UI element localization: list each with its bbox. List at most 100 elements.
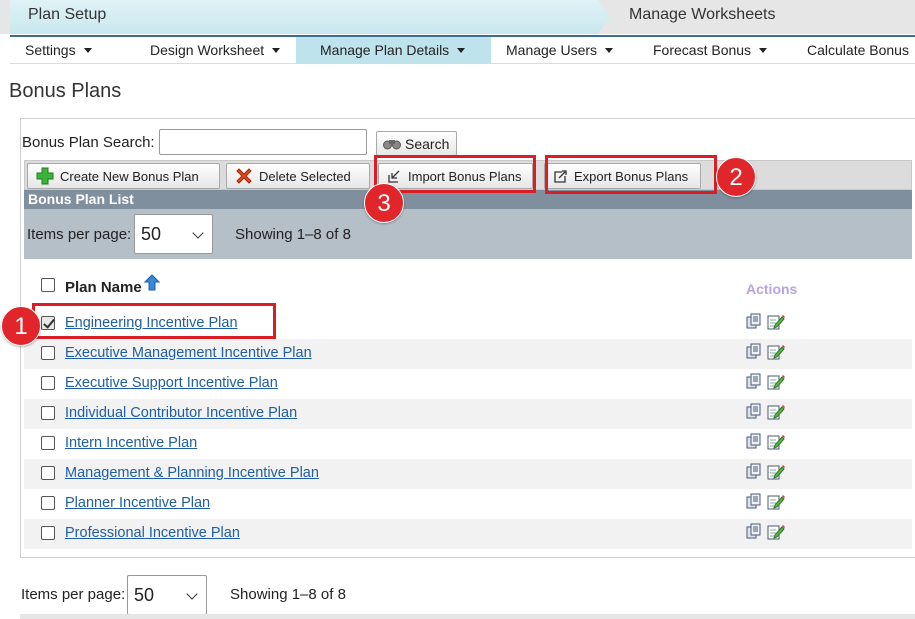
menu-settings[interactable]: Settings [10, 37, 106, 64]
process-steps: Plan Setup Manage Worksheets [0, 0, 915, 34]
row-checkbox[interactable] [41, 406, 55, 420]
search-button[interactable]: Search [376, 131, 457, 156]
step-manage-worksheets[interactable]: Manage Worksheets [629, 6, 775, 24]
chevron-down-icon [272, 48, 281, 53]
copy-icon[interactable] [745, 403, 763, 421]
row-checkbox[interactable] [41, 436, 55, 450]
edit-icon[interactable] [767, 403, 785, 421]
items-per-page-value: 50 [141, 224, 162, 244]
highlight-import-button [374, 155, 536, 193]
menu-calculate-bonus[interactable]: Calculate Bonus [790, 37, 915, 64]
search-input[interactable] [159, 129, 367, 155]
delete-x-icon [236, 168, 252, 184]
callout-badge-1: 1 [1, 306, 41, 346]
menu-manage-plan-details-label: Manage Plan Details [320, 42, 450, 58]
copy-icon[interactable] [745, 523, 763, 541]
copy-icon[interactable] [745, 343, 763, 361]
edit-icon[interactable] [767, 313, 785, 331]
plan-name-link[interactable]: Planner Incentive Plan [65, 495, 210, 511]
plan-name-link[interactable]: Intern Incentive Plan [65, 435, 197, 451]
menu-design-worksheet-label: Design Worksheet [150, 42, 265, 58]
edit-icon[interactable] [767, 463, 785, 481]
plan-name-link[interactable]: Individual Contributor Incentive Plan [65, 405, 297, 421]
create-bonus-plan-label: Create New Bonus Plan [60, 168, 199, 184]
create-bonus-plan-button[interactable]: Create New Bonus Plan [27, 163, 220, 189]
menu-forecast-bonus[interactable]: Forecast Bonus [635, 37, 785, 64]
plan-name-link[interactable]: Management & Planning Incentive Plan [65, 465, 319, 481]
showing-count-bottom: Showing 1–8 of 8 [230, 586, 346, 603]
chevron-down-icon [192, 227, 204, 239]
table-row: Executive Support Incentive Plan [24, 369, 912, 399]
row-actions [745, 403, 785, 421]
edit-icon[interactable] [767, 493, 785, 511]
items-per-page-select-bottom[interactable]: 50 [127, 575, 207, 615]
row-checkbox[interactable] [41, 376, 55, 390]
row-actions [745, 523, 785, 541]
menu-manage-users-label: Manage Users [506, 42, 598, 58]
chevron-down-icon [759, 48, 768, 53]
row-checkbox[interactable] [41, 496, 55, 510]
items-per-page-label: Items per page: [27, 226, 132, 243]
edit-icon[interactable] [767, 523, 785, 541]
select-all-checkbox[interactable] [41, 278, 55, 292]
chevron-down-icon [83, 48, 92, 53]
row-checkbox[interactable] [41, 346, 55, 360]
page-title: Bonus Plans [9, 80, 122, 102]
row-actions [745, 373, 785, 391]
table-row: Intern Incentive Plan [24, 429, 912, 459]
plan-name-link[interactable]: Professional Incentive Plan [65, 525, 240, 541]
table-row: Individual Contributor Incentive Plan [24, 399, 912, 429]
search-button-label: Search [405, 135, 450, 152]
plan-name-link[interactable]: Executive Support Incentive Plan [65, 375, 278, 391]
delete-selected-label: Delete Selected [259, 168, 351, 184]
copy-icon[interactable] [745, 433, 763, 451]
sort-ascending-icon[interactable] [144, 274, 160, 292]
row-actions [745, 493, 785, 511]
menu-forecast-bonus-label: Forecast Bonus [653, 42, 752, 58]
plan-name-column-header[interactable]: Plan Name [65, 279, 142, 296]
menu-calculate-bonus-label: Calculate Bonus [807, 42, 909, 58]
showing-count: Showing 1–8 of 8 [235, 226, 351, 243]
row-checkbox[interactable] [41, 466, 55, 480]
items-per-page-select[interactable]: 50 [134, 214, 213, 254]
row-checkbox[interactable] [41, 526, 55, 540]
copy-icon[interactable] [745, 493, 763, 511]
menu-design-worksheet[interactable]: Design Worksheet [136, 37, 296, 64]
menu-manage-plan-details[interactable]: Manage Plan Details [296, 37, 491, 64]
table-row: Management & Planning Incentive Plan [24, 459, 912, 489]
step-plan-setup[interactable]: Plan Setup [10, 0, 610, 34]
chevron-down-icon [605, 48, 614, 53]
row-actions [745, 343, 785, 361]
highlight-engineering-row [32, 303, 276, 339]
table-row: Executive Management Incentive Plan [24, 339, 912, 369]
highlight-export-button [545, 155, 717, 194]
copy-icon[interactable] [745, 463, 763, 481]
edit-icon[interactable] [767, 343, 785, 361]
search-label: Bonus Plan Search: [22, 134, 155, 151]
chevron-down-icon [457, 48, 466, 53]
row-actions [745, 463, 785, 481]
binoculars-icon [383, 139, 401, 149]
plan-name-link[interactable]: Executive Management Incentive Plan [65, 345, 312, 361]
main-menu: Settings Design Worksheet Manage Plan De… [10, 35, 915, 64]
callout-badge-3: 3 [364, 183, 404, 223]
items-per-page-value-bottom: 50 [134, 585, 155, 605]
callout-badge-2: 2 [716, 157, 756, 197]
copy-icon[interactable] [745, 313, 763, 331]
row-actions [745, 433, 785, 451]
table-row: Planner Incentive Plan [24, 489, 912, 519]
items-per-page-label-bottom: Items per page: [21, 586, 126, 603]
menu-manage-users[interactable]: Manage Users [491, 37, 631, 64]
footer-divider [20, 614, 915, 619]
plus-icon [36, 167, 54, 185]
edit-icon[interactable] [767, 433, 785, 451]
table-row: Professional Incentive Plan [24, 519, 912, 549]
chevron-down-icon [186, 588, 198, 600]
row-actions [745, 313, 785, 331]
actions-column-header: Actions [746, 281, 798, 297]
edit-icon[interactable] [767, 373, 785, 391]
menu-settings-label: Settings [25, 42, 76, 58]
step-plan-setup-label: Plan Setup [28, 6, 107, 23]
copy-icon[interactable] [745, 373, 763, 391]
delete-selected-button[interactable]: Delete Selected [226, 163, 370, 189]
